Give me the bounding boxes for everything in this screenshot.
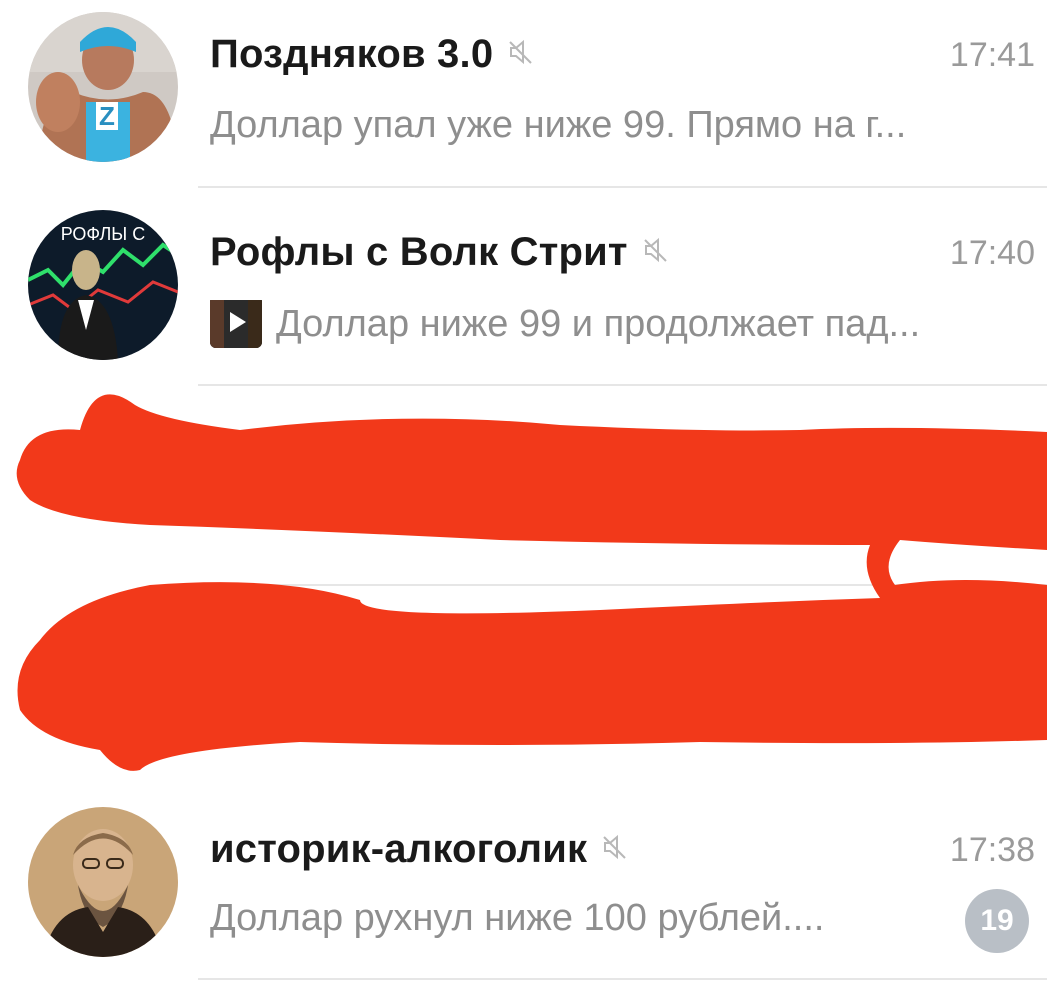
chat-row-pozdnyakov[interactable]: Z Поздняков 3.0 17:41 Доллар упал уже ни… — [0, 0, 1047, 200]
muted-speaker-icon — [601, 826, 629, 871]
avatar-athlete-z-icon: Z — [28, 12, 178, 162]
chat-preview: Доллар ниже 99 и продолжает пад... — [210, 300, 1030, 352]
chat-time: 17:40 — [949, 234, 1035, 272]
chat-row-historian[interactable]: историк-алкоголик 17:38 Доллар рухнул ни… — [0, 795, 1047, 995]
red-redaction-scribble — [16, 394, 1047, 771]
svg-text:Z: Z — [99, 101, 115, 131]
divider — [198, 584, 1047, 586]
chat-name: историк-алкоголик — [210, 827, 629, 872]
chat-time: 17:38 — [949, 831, 1035, 869]
unread-count-badge: 19 — [965, 889, 1029, 953]
avatar-rofly-icon: РОФЛЫ С — [28, 210, 178, 360]
chat-preview: Доллар рухнул ниже 100 рублей.... — [210, 897, 825, 939]
divider — [198, 186, 1047, 188]
chat-name: Рофлы с Волк Стрит — [210, 230, 670, 275]
muted-speaker-icon — [642, 229, 670, 274]
muted-speaker-icon — [507, 31, 535, 76]
chat-row-rofly[interactable]: РОФЛЫ С Рофлы с Волк Стрит 17:40 Доллар … — [0, 198, 1047, 398]
divider — [198, 384, 1047, 386]
chat-time: 17:41 — [949, 36, 1035, 74]
chat-preview: Доллар упал уже ниже 99. Прямо на г... — [210, 104, 907, 146]
divider — [198, 978, 1047, 980]
avatar-historian-portrait-icon — [28, 807, 178, 957]
avatar-caption: РОФЛЫ С — [61, 224, 145, 244]
video-thumbnail-icon — [210, 300, 262, 348]
chat-name: Поздняков 3.0 — [210, 32, 535, 77]
